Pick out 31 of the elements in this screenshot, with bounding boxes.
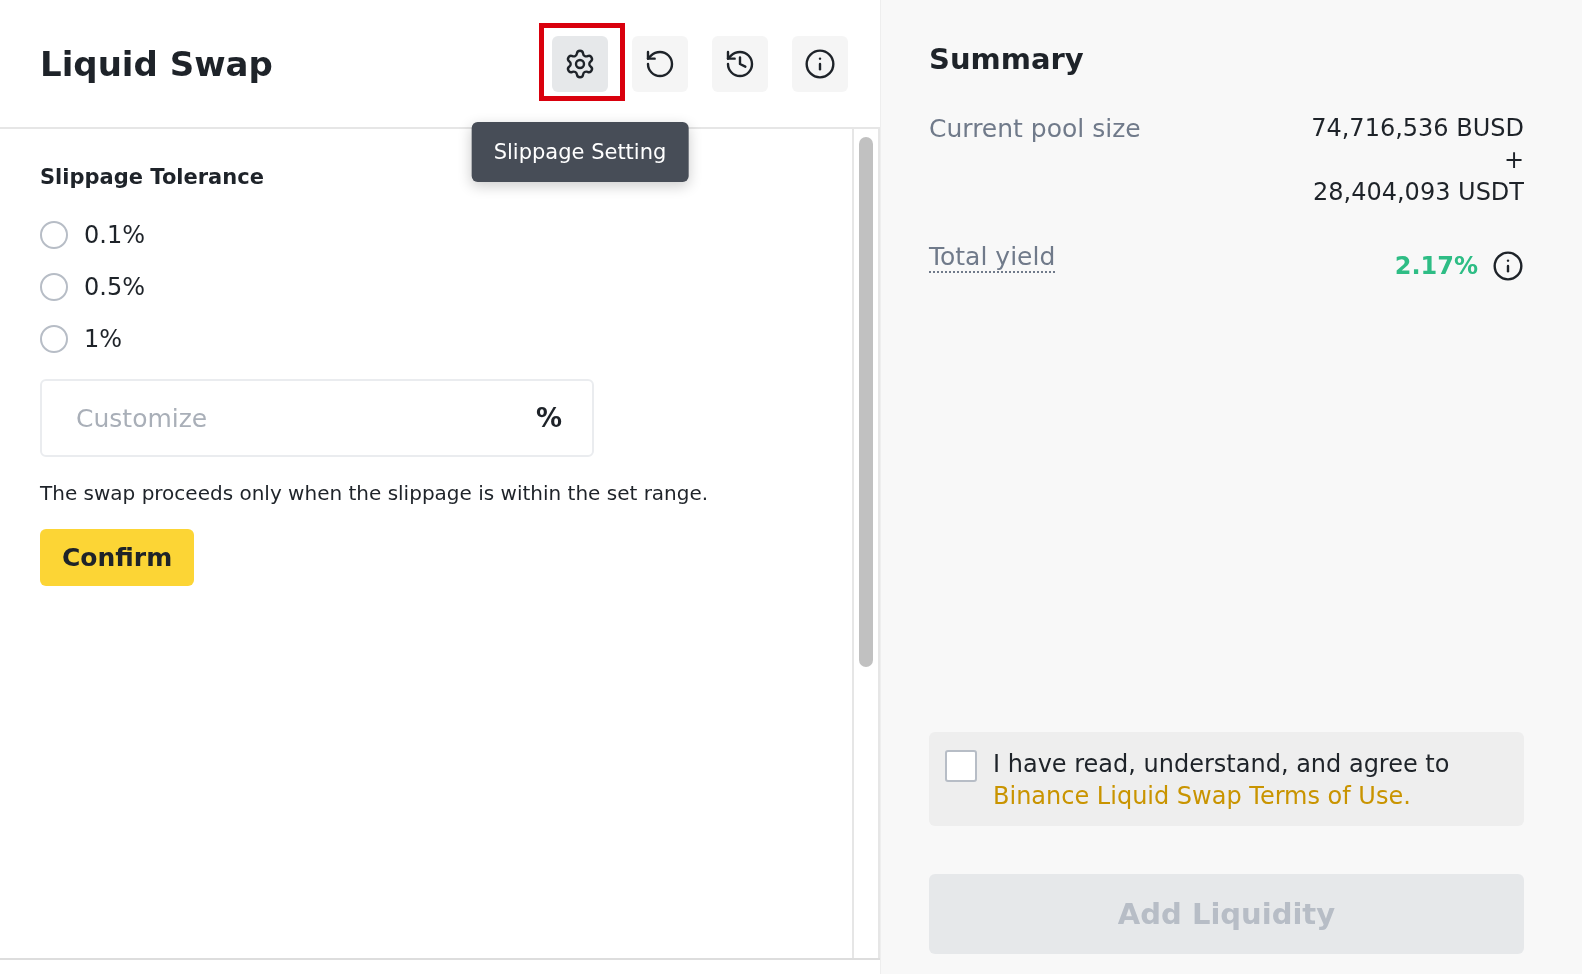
agreement-text: I have read, understand, and agree to Binance Liquid Swap Terms of Use. (993, 749, 1451, 812)
confirm-button[interactable]: Confirm (40, 529, 195, 586)
page-title: Liquid Swap (40, 43, 273, 84)
pool-size-value: 28,404,093 USDT (1313, 178, 1524, 206)
total-yield-label[interactable]: Total yield (929, 242, 1056, 273)
pool-size-value: + (1503, 146, 1524, 174)
radio-option[interactable]: 0.5% (40, 261, 145, 313)
pool-size-label: Current pool size (929, 114, 1141, 143)
radio-button[interactable] (40, 325, 68, 353)
radio-button[interactable] (40, 273, 68, 301)
info-icon (804, 47, 836, 80)
scroll-thumb[interactable] (859, 137, 873, 667)
radio-option[interactable]: 1% (40, 313, 123, 365)
radio-button[interactable] (40, 221, 68, 249)
tooltip: Slippage Setting (471, 121, 689, 182)
scrollbar[interactable] (852, 129, 880, 958)
toolbar-button[interactable] (792, 35, 848, 92)
unit-label: % (535, 403, 562, 433)
section-title: Slippage Tolerance (40, 165, 264, 189)
toolbar-button[interactable] (552, 35, 608, 92)
pool-size-value: 74,716,536 BUSD (1311, 114, 1524, 142)
toolbar-button[interactable] (632, 35, 688, 92)
agreement-checkbox[interactable] (945, 750, 977, 782)
hint-text: The swap proceeds only when the slippage is within the set range. (40, 481, 709, 505)
summary-title: Summary (929, 42, 1085, 76)
toolbar-button[interactable] (712, 35, 768, 92)
settings-icon (564, 47, 596, 80)
info-icon[interactable] (1492, 250, 1524, 282)
yield-value: 2.17% (1394, 252, 1478, 280)
customize-field[interactable]: Customize % (40, 379, 594, 457)
radio-option[interactable]: 0.1% (40, 209, 145, 261)
